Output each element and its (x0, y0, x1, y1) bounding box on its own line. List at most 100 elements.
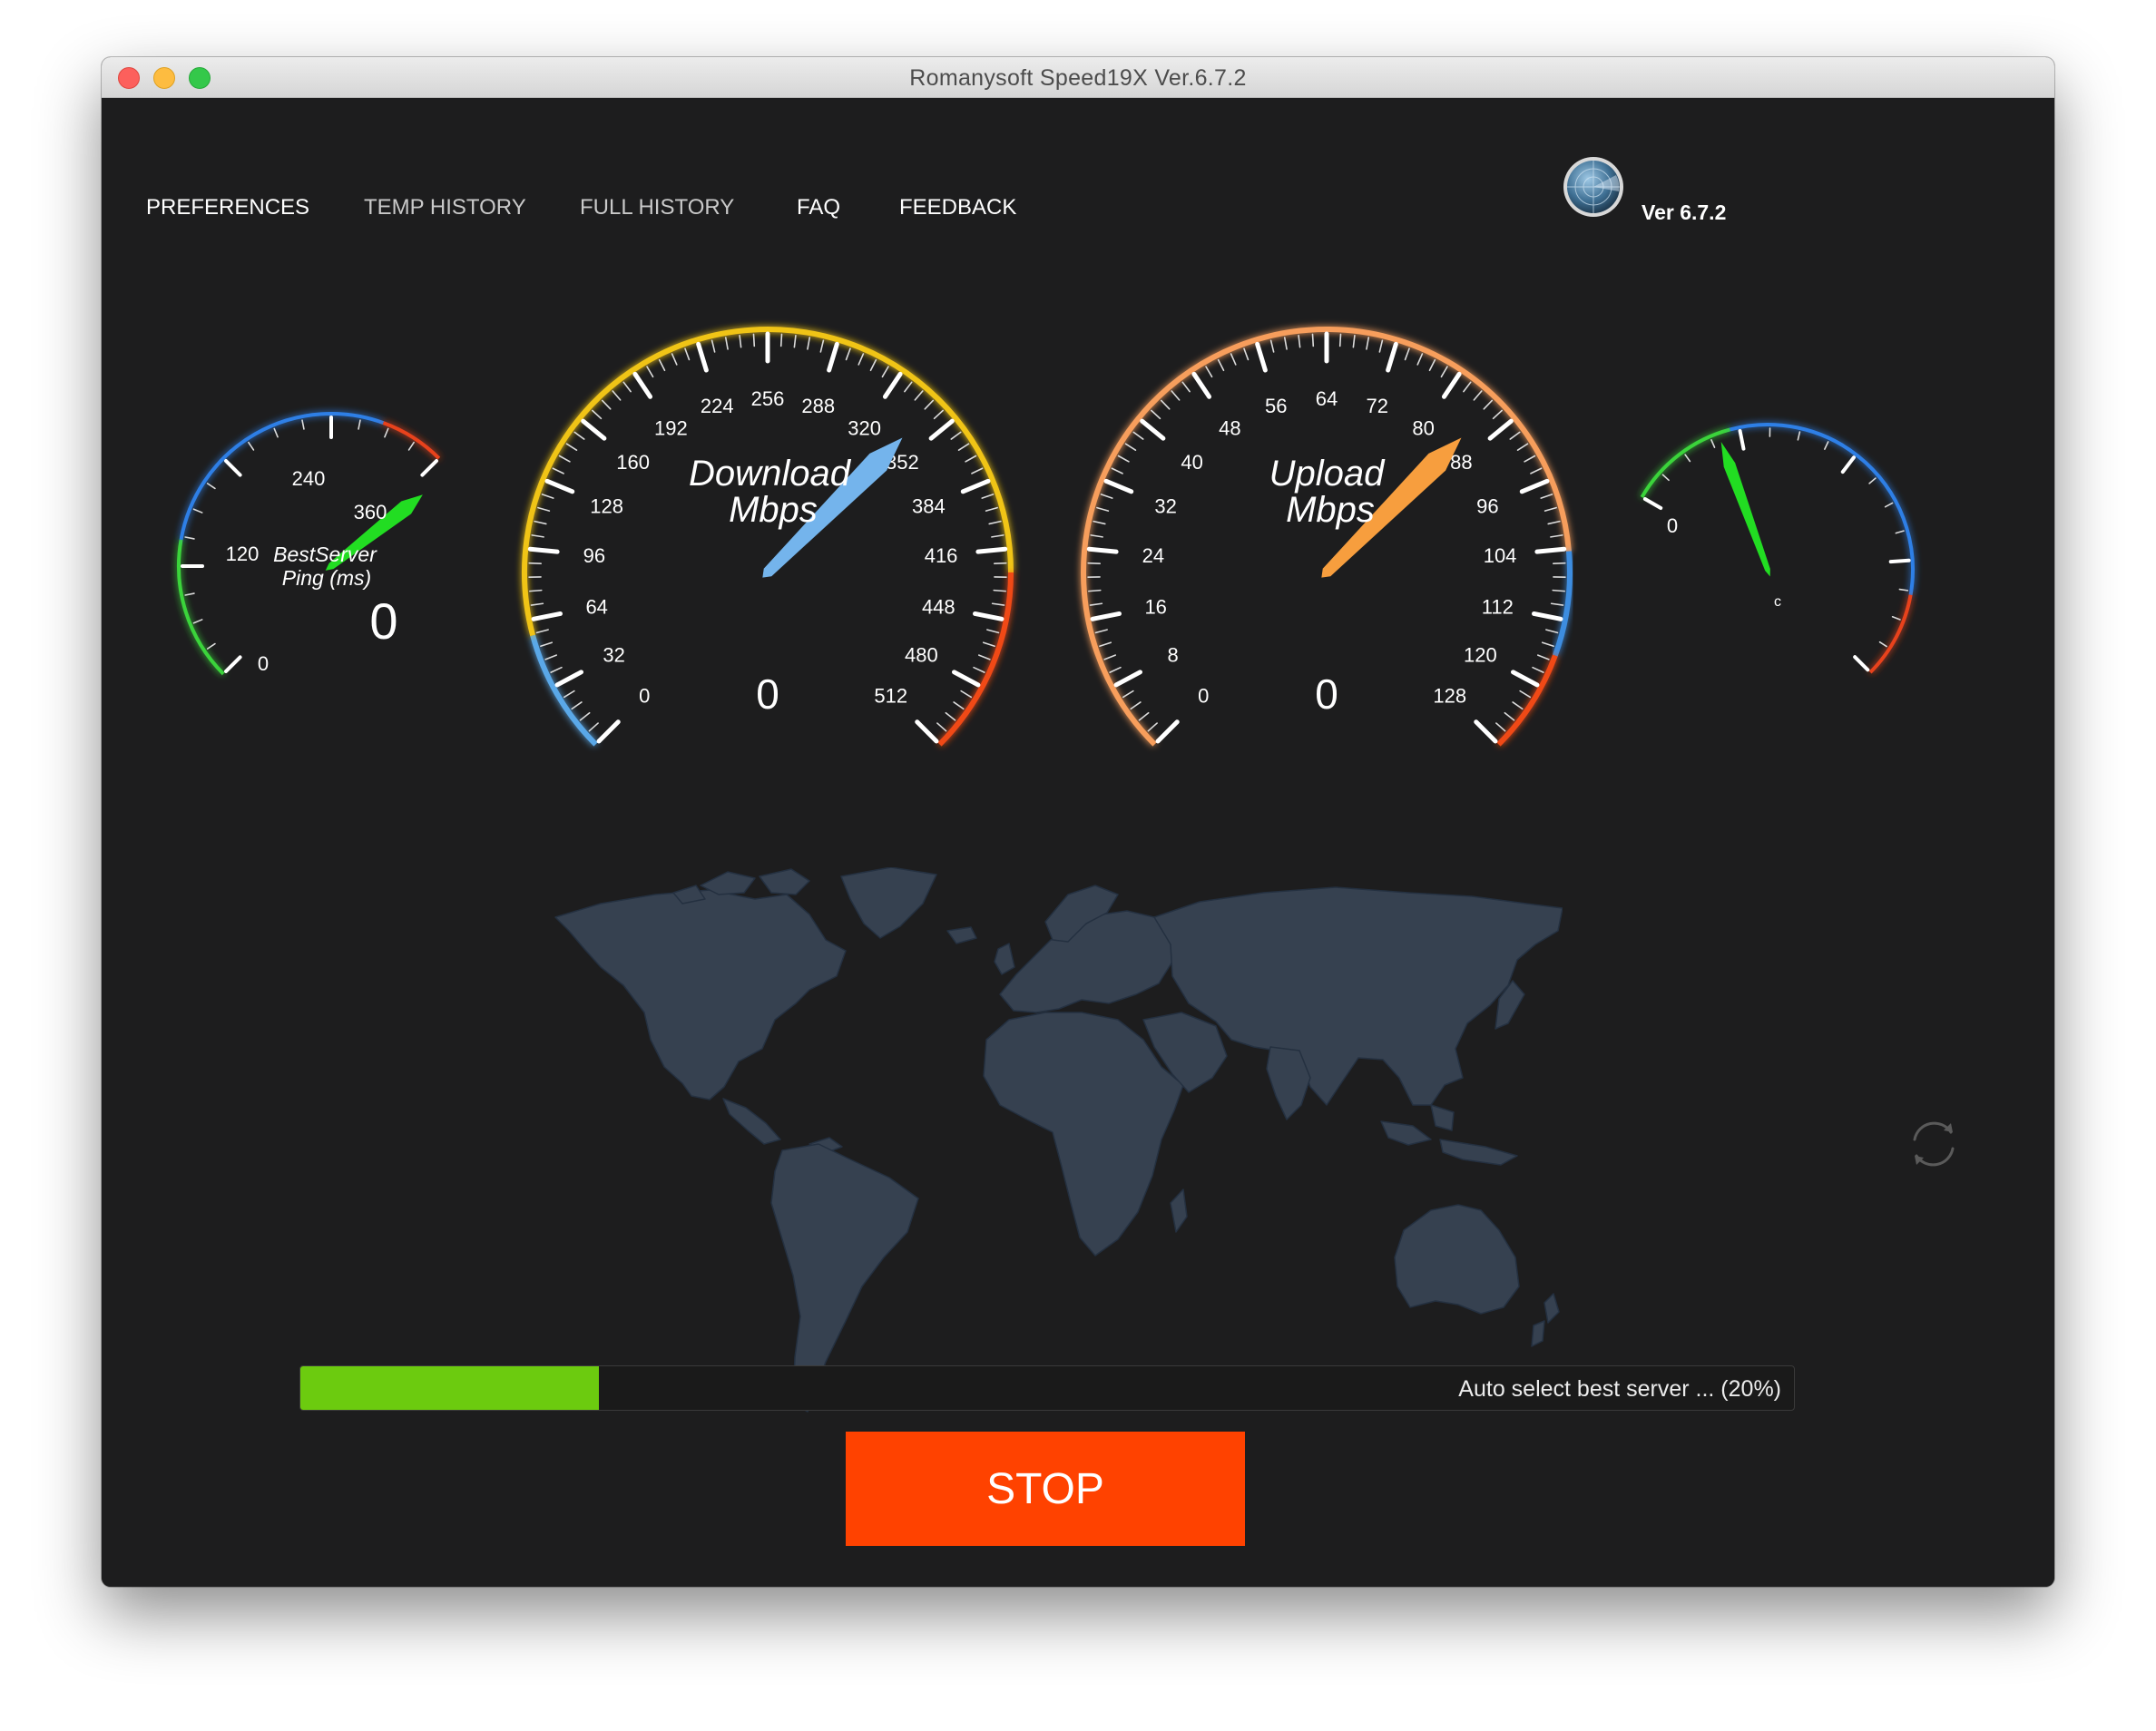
refresh-icon[interactable] (1904, 1114, 1964, 1174)
gauge-minor-tick (1545, 629, 1559, 634)
gauge-minor-tick (612, 390, 622, 401)
gauge-minor-tick (573, 431, 585, 440)
gauge-minor-tick (1797, 431, 1801, 441)
gauge-tick-label: 96 (1476, 494, 1498, 517)
gauge-needle (1720, 442, 1770, 577)
gauge-minor-tick (1710, 439, 1716, 448)
gauge-minor-tick (1684, 454, 1691, 463)
gauge-minor-tick (531, 534, 544, 538)
gauge-minor-tick (1553, 562, 1566, 564)
gauge-minor-tick (1541, 641, 1554, 648)
gauge-minor-tick (541, 494, 554, 499)
gauge-major-tick (1113, 670, 1143, 688)
gauge-major-tick (973, 611, 1004, 621)
gauge-minor-tick (1147, 722, 1158, 732)
gauge-minor-tick (550, 666, 563, 673)
gauge-major-tick (224, 655, 242, 673)
gauge-tick-label: 448 (922, 595, 956, 618)
gauge-tick-label: 32 (1154, 494, 1176, 517)
stop-button[interactable]: STOP (846, 1432, 1245, 1546)
jitter-tick-label: 0 (1667, 514, 1678, 537)
gauge-minor-tick (1283, 337, 1288, 350)
gauge-tick-label: 96 (583, 544, 605, 567)
gauge-minor-tick (1516, 443, 1529, 452)
gauge-minor-tick (529, 589, 543, 592)
gauge-tick-label: 40 (1181, 451, 1202, 474)
gauge-major-tick (1090, 611, 1122, 621)
gauge-tick-label: 72 (1366, 395, 1387, 417)
gauge-minor-tick (622, 381, 632, 393)
download-value: 0 (756, 670, 779, 718)
gauge-tick-label: 48 (1219, 416, 1240, 439)
gauge-minor-tick (1298, 335, 1301, 348)
gauge-major-tick (632, 371, 653, 399)
gauge-minor-tick (807, 337, 811, 350)
gauge-minor-tick (1891, 615, 1901, 621)
gauge-minor-tick (540, 641, 554, 648)
gauge-major-tick (531, 611, 563, 621)
download-title-line1: Download (689, 454, 852, 494)
gauge-major-tick (1386, 341, 1398, 373)
gauge-minor-tick (1109, 666, 1122, 673)
gauge-minor-tick (1171, 390, 1181, 401)
gauge-major-tick (1532, 611, 1563, 621)
gauge-minor-tick (1311, 333, 1315, 347)
gauge-minor-tick (957, 443, 970, 452)
gauge-minor-tick (1132, 431, 1144, 440)
gauge-tick-label: 512 (874, 685, 907, 708)
gauge-major-tick (420, 459, 438, 477)
gauge-major-tick (544, 478, 575, 494)
gauge-minor-tick (845, 347, 851, 361)
gauge-major-tick (1840, 455, 1856, 474)
gauge-minor-tick (881, 366, 889, 378)
gauge-tick-label: 128 (590, 494, 623, 517)
gauge-minor-tick (973, 666, 985, 673)
gauge-major-tick (960, 478, 991, 494)
gauge-major-tick (1738, 428, 1746, 451)
gauge-minor-tick (601, 399, 612, 410)
gauge-tick-label: 64 (1316, 387, 1338, 410)
gauge-minor-tick (301, 419, 305, 430)
ping-value: 0 (369, 592, 397, 650)
gauge-minor-tick (1090, 534, 1103, 538)
gauge-minor-tick (1532, 666, 1544, 673)
gauge-minor-tick (535, 629, 549, 634)
gauge-minor-tick (588, 722, 599, 732)
gauge-tick-label: 0 (1198, 685, 1209, 708)
gauge-minor-tick (1512, 701, 1524, 710)
gauge-minor-tick (936, 722, 947, 732)
gauge-minor-tick (988, 520, 1002, 525)
gauge-minor-tick (544, 654, 557, 660)
gauge-minor-tick (1122, 689, 1134, 699)
gauge-minor-tick (1519, 689, 1532, 699)
gauge-minor-tick (184, 592, 195, 596)
gauge-tick-label: 88 (1450, 451, 1472, 474)
gauge-minor-tick (752, 333, 756, 347)
gauge-minor-tick (981, 494, 995, 499)
gauge-minor-tick (671, 353, 678, 366)
gauge-minor-tick (1483, 399, 1494, 410)
gauge-minor-tick (1096, 506, 1110, 512)
gauge-minor-tick (192, 508, 203, 513)
gauge-minor-tick (1103, 654, 1116, 660)
gauge-major-tick (1103, 478, 1134, 494)
gauge-minor-tick (1552, 589, 1565, 592)
gauge-minor-tick (1366, 337, 1370, 350)
gauge-minor-tick (1550, 602, 1564, 606)
gauge-minor-tick (1217, 358, 1225, 372)
gauge-minor-tick (592, 409, 603, 420)
gauge-tick-label: 128 (1433, 685, 1466, 708)
gauge-major-tick (1534, 546, 1567, 554)
gauge-minor-tick (986, 629, 1000, 634)
gauge-minor-tick (710, 339, 716, 353)
gauge-minor-tick (1463, 381, 1472, 393)
gauge-major-tick (224, 459, 242, 477)
upload-value: 0 (1315, 670, 1338, 718)
gauge-minor-tick (1550, 534, 1563, 538)
gauge-minor-tick (1504, 711, 1515, 721)
gauge-minor-tick (1138, 711, 1150, 721)
gauge-minor-tick (1895, 530, 1905, 534)
gauge-minor-tick (684, 347, 691, 361)
ping-tick-label: 360 (354, 501, 387, 523)
gauge-minor-tick (1824, 441, 1829, 450)
